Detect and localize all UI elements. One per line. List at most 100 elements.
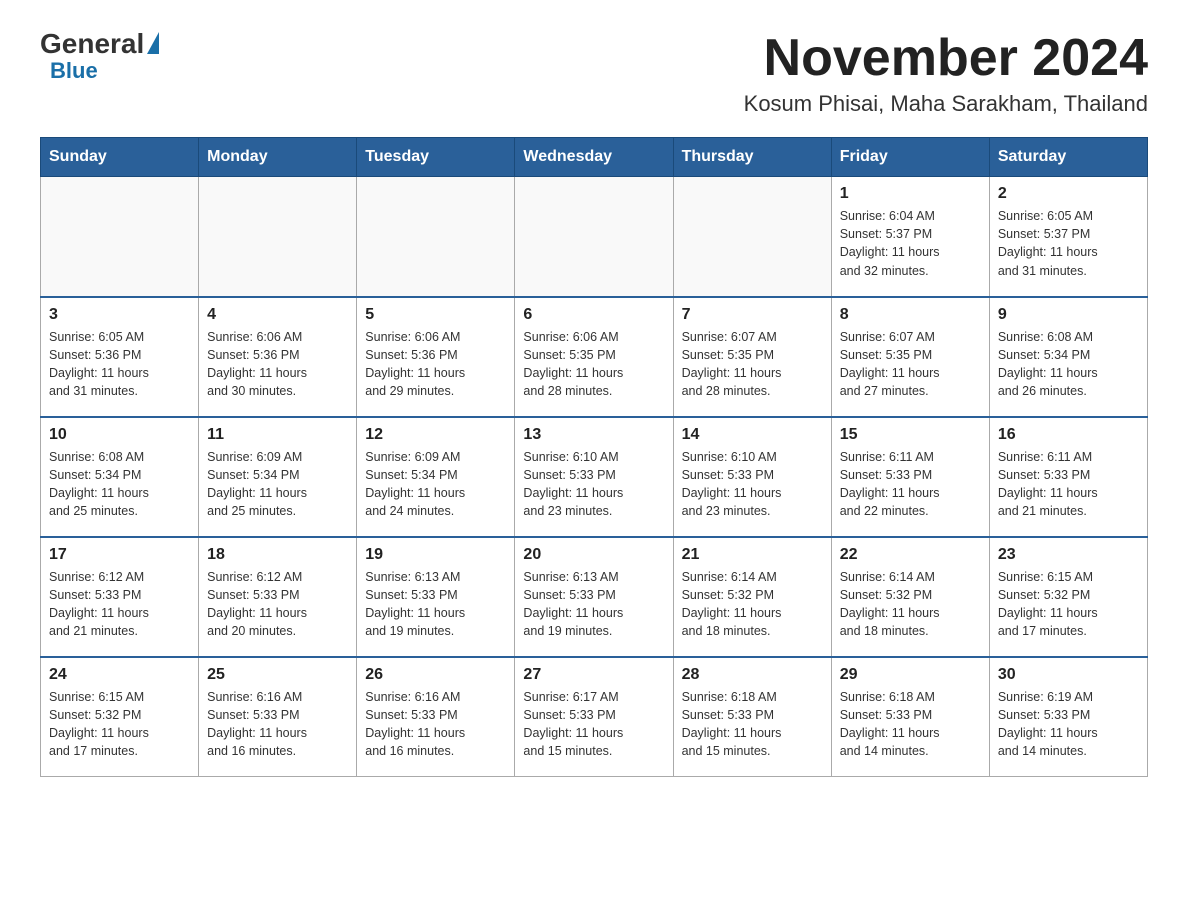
- day-number: 19: [365, 546, 506, 564]
- weekday-header-sunday: Sunday: [41, 138, 199, 177]
- day-info: Sunrise: 6:12 AMSunset: 5:33 PMDaylight:…: [49, 568, 190, 641]
- calendar-table: SundayMondayTuesdayWednesdayThursdayFrid…: [40, 137, 1148, 777]
- day-info: Sunrise: 6:12 AMSunset: 5:33 PMDaylight:…: [207, 568, 348, 641]
- calendar-cell: 4 Sunrise: 6:06 AMSunset: 5:36 PMDaylight…: [199, 297, 357, 417]
- day-info: Sunrise: 6:09 AMSunset: 5:34 PMDaylight:…: [365, 448, 506, 521]
- calendar-cell: 1 Sunrise: 6:04 AMSunset: 5:37 PMDaylight…: [831, 177, 989, 297]
- logo: General Blue: [40, 30, 159, 84]
- day-number: 11: [207, 426, 348, 444]
- day-info: Sunrise: 6:18 AMSunset: 5:33 PMDaylight:…: [840, 688, 981, 761]
- calendar-cell: 12Sunrise: 6:09 AMSunset: 5:34 PMDayligh…: [357, 417, 515, 537]
- day-info: Sunrise: 6:16 AMSunset: 5:33 PMDaylight:…: [365, 688, 506, 761]
- calendar-cell: 3 Sunrise: 6:05 AMSunset: 5:36 PMDaylight…: [41, 297, 199, 417]
- calendar-cell: [41, 177, 199, 297]
- day-number: 17: [49, 546, 190, 564]
- calendar-cell: 18 Sunrise: 6:12 AMSunset: 5:33 PMDayligh…: [199, 537, 357, 657]
- day-info: Sunrise: 6:10 AMSunset: 5:33 PMDaylight:…: [682, 448, 823, 521]
- calendar-cell: 19 Sunrise: 6:13 AMSunset: 5:33 PMDayligh…: [357, 537, 515, 657]
- page-header: General Blue November 2024 Kosum Phisai,…: [40, 30, 1148, 117]
- day-number: 14: [682, 426, 823, 444]
- day-info: Sunrise: 6:05 AMSunset: 5:36 PMDaylight:…: [49, 328, 190, 401]
- calendar-cell: [515, 177, 673, 297]
- weekday-header-monday: Monday: [199, 138, 357, 177]
- day-info: Sunrise: 6:13 AMSunset: 5:33 PMDaylight:…: [523, 568, 664, 641]
- day-info: Sunrise: 6:11 AMSunset: 5:33 PMDaylight:…: [998, 448, 1139, 521]
- logo-general-text: General: [40, 30, 144, 58]
- day-number: 21: [682, 546, 823, 564]
- day-info: Sunrise: 6:06 AMSunset: 5:36 PMDaylight:…: [207, 328, 348, 401]
- day-info: Sunrise: 6:17 AMSunset: 5:33 PMDaylight:…: [523, 688, 664, 761]
- calendar-cell: 5Sunrise: 6:06 AMSunset: 5:36 PMDaylight…: [357, 297, 515, 417]
- day-info: Sunrise: 6:19 AMSunset: 5:33 PMDaylight:…: [998, 688, 1139, 761]
- calendar-week-row: 1 Sunrise: 6:04 AMSunset: 5:37 PMDaylight…: [41, 177, 1148, 297]
- day-number: 5: [365, 306, 506, 324]
- calendar-cell: 24 Sunrise: 6:15 AMSunset: 5:32 PMDayligh…: [41, 657, 199, 777]
- day-number: 1: [840, 185, 981, 203]
- calendar-week-row: 3 Sunrise: 6:05 AMSunset: 5:36 PMDaylight…: [41, 297, 1148, 417]
- day-number: 7: [682, 306, 823, 324]
- day-number: 15: [840, 426, 981, 444]
- calendar-cell: 8 Sunrise: 6:07 AMSunset: 5:35 PMDaylight…: [831, 297, 989, 417]
- calendar-cell: [673, 177, 831, 297]
- day-number: 29: [840, 666, 981, 684]
- day-number: 8: [840, 306, 981, 324]
- day-info: Sunrise: 6:09 AMSunset: 5:34 PMDaylight:…: [207, 448, 348, 521]
- calendar-cell: 29 Sunrise: 6:18 AMSunset: 5:33 PMDayligh…: [831, 657, 989, 777]
- calendar-cell: [357, 177, 515, 297]
- calendar-cell: 20 Sunrise: 6:13 AMSunset: 5:33 PMDayligh…: [515, 537, 673, 657]
- day-number: 24: [49, 666, 190, 684]
- calendar-cell: 23Sunrise: 6:15 AMSunset: 5:32 PMDayligh…: [989, 537, 1147, 657]
- day-info: Sunrise: 6:07 AMSunset: 5:35 PMDaylight:…: [840, 328, 981, 401]
- calendar-cell: 13 Sunrise: 6:10 AMSunset: 5:33 PMDayligh…: [515, 417, 673, 537]
- calendar-cell: 25 Sunrise: 6:16 AMSunset: 5:33 PMDayligh…: [199, 657, 357, 777]
- day-number: 10: [49, 426, 190, 444]
- day-info: Sunrise: 6:08 AMSunset: 5:34 PMDaylight:…: [49, 448, 190, 521]
- day-info: Sunrise: 6:07 AMSunset: 5:35 PMDaylight:…: [682, 328, 823, 401]
- day-info: Sunrise: 6:14 AMSunset: 5:32 PMDaylight:…: [682, 568, 823, 641]
- calendar-cell: [199, 177, 357, 297]
- day-number: 20: [523, 546, 664, 564]
- day-info: Sunrise: 6:05 AMSunset: 5:37 PMDaylight:…: [998, 207, 1139, 280]
- day-info: Sunrise: 6:13 AMSunset: 5:33 PMDaylight:…: [365, 568, 506, 641]
- day-number: 9: [998, 306, 1139, 324]
- weekday-header-wednesday: Wednesday: [515, 138, 673, 177]
- day-number: 30: [998, 666, 1139, 684]
- calendar-week-row: 24 Sunrise: 6:15 AMSunset: 5:32 PMDayligh…: [41, 657, 1148, 777]
- day-number: 4: [207, 306, 348, 324]
- day-info: Sunrise: 6:08 AMSunset: 5:34 PMDaylight:…: [998, 328, 1139, 401]
- day-number: 26: [365, 666, 506, 684]
- day-number: 18: [207, 546, 348, 564]
- location-title: Kosum Phisai, Maha Sarakham, Thailand: [744, 91, 1148, 117]
- day-info: Sunrise: 6:04 AMSunset: 5:37 PMDaylight:…: [840, 207, 981, 280]
- day-info: Sunrise: 6:15 AMSunset: 5:32 PMDaylight:…: [998, 568, 1139, 641]
- day-info: Sunrise: 6:11 AMSunset: 5:33 PMDaylight:…: [840, 448, 981, 521]
- weekday-header-tuesday: Tuesday: [357, 138, 515, 177]
- calendar-cell: 21 Sunrise: 6:14 AMSunset: 5:32 PMDayligh…: [673, 537, 831, 657]
- calendar-cell: 10 Sunrise: 6:08 AMSunset: 5:34 PMDayligh…: [41, 417, 199, 537]
- day-info: Sunrise: 6:14 AMSunset: 5:32 PMDaylight:…: [840, 568, 981, 641]
- calendar-cell: 11 Sunrise: 6:09 AMSunset: 5:34 PMDayligh…: [199, 417, 357, 537]
- title-area: November 2024 Kosum Phisai, Maha Sarakha…: [744, 30, 1148, 117]
- day-info: Sunrise: 6:15 AMSunset: 5:32 PMDaylight:…: [49, 688, 190, 761]
- calendar-cell: 28Sunrise: 6:18 AMSunset: 5:33 PMDayligh…: [673, 657, 831, 777]
- weekday-header-row: SundayMondayTuesdayWednesdayThursdayFrid…: [41, 138, 1148, 177]
- calendar-cell: 14 Sunrise: 6:10 AMSunset: 5:33 PMDayligh…: [673, 417, 831, 537]
- calendar-cell: 22 Sunrise: 6:14 AMSunset: 5:32 PMDayligh…: [831, 537, 989, 657]
- calendar-cell: 15 Sunrise: 6:11 AMSunset: 5:33 PMDayligh…: [831, 417, 989, 537]
- calendar-cell: 9 Sunrise: 6:08 AMSunset: 5:34 PMDaylight…: [989, 297, 1147, 417]
- calendar-cell: 2Sunrise: 6:05 AMSunset: 5:37 PMDaylight…: [989, 177, 1147, 297]
- day-number: 28: [682, 666, 823, 684]
- day-info: Sunrise: 6:16 AMSunset: 5:33 PMDaylight:…: [207, 688, 348, 761]
- weekday-header-friday: Friday: [831, 138, 989, 177]
- day-number: 22: [840, 546, 981, 564]
- calendar-week-row: 17 Sunrise: 6:12 AMSunset: 5:33 PMDayligh…: [41, 537, 1148, 657]
- day-number: 25: [207, 666, 348, 684]
- logo-blue-text: Blue: [50, 58, 98, 84]
- weekday-header-thursday: Thursday: [673, 138, 831, 177]
- day-number: 6: [523, 306, 664, 324]
- day-number: 27: [523, 666, 664, 684]
- day-number: 13: [523, 426, 664, 444]
- month-title: November 2024: [744, 30, 1148, 87]
- day-number: 3: [49, 306, 190, 324]
- day-info: Sunrise: 6:10 AMSunset: 5:33 PMDaylight:…: [523, 448, 664, 521]
